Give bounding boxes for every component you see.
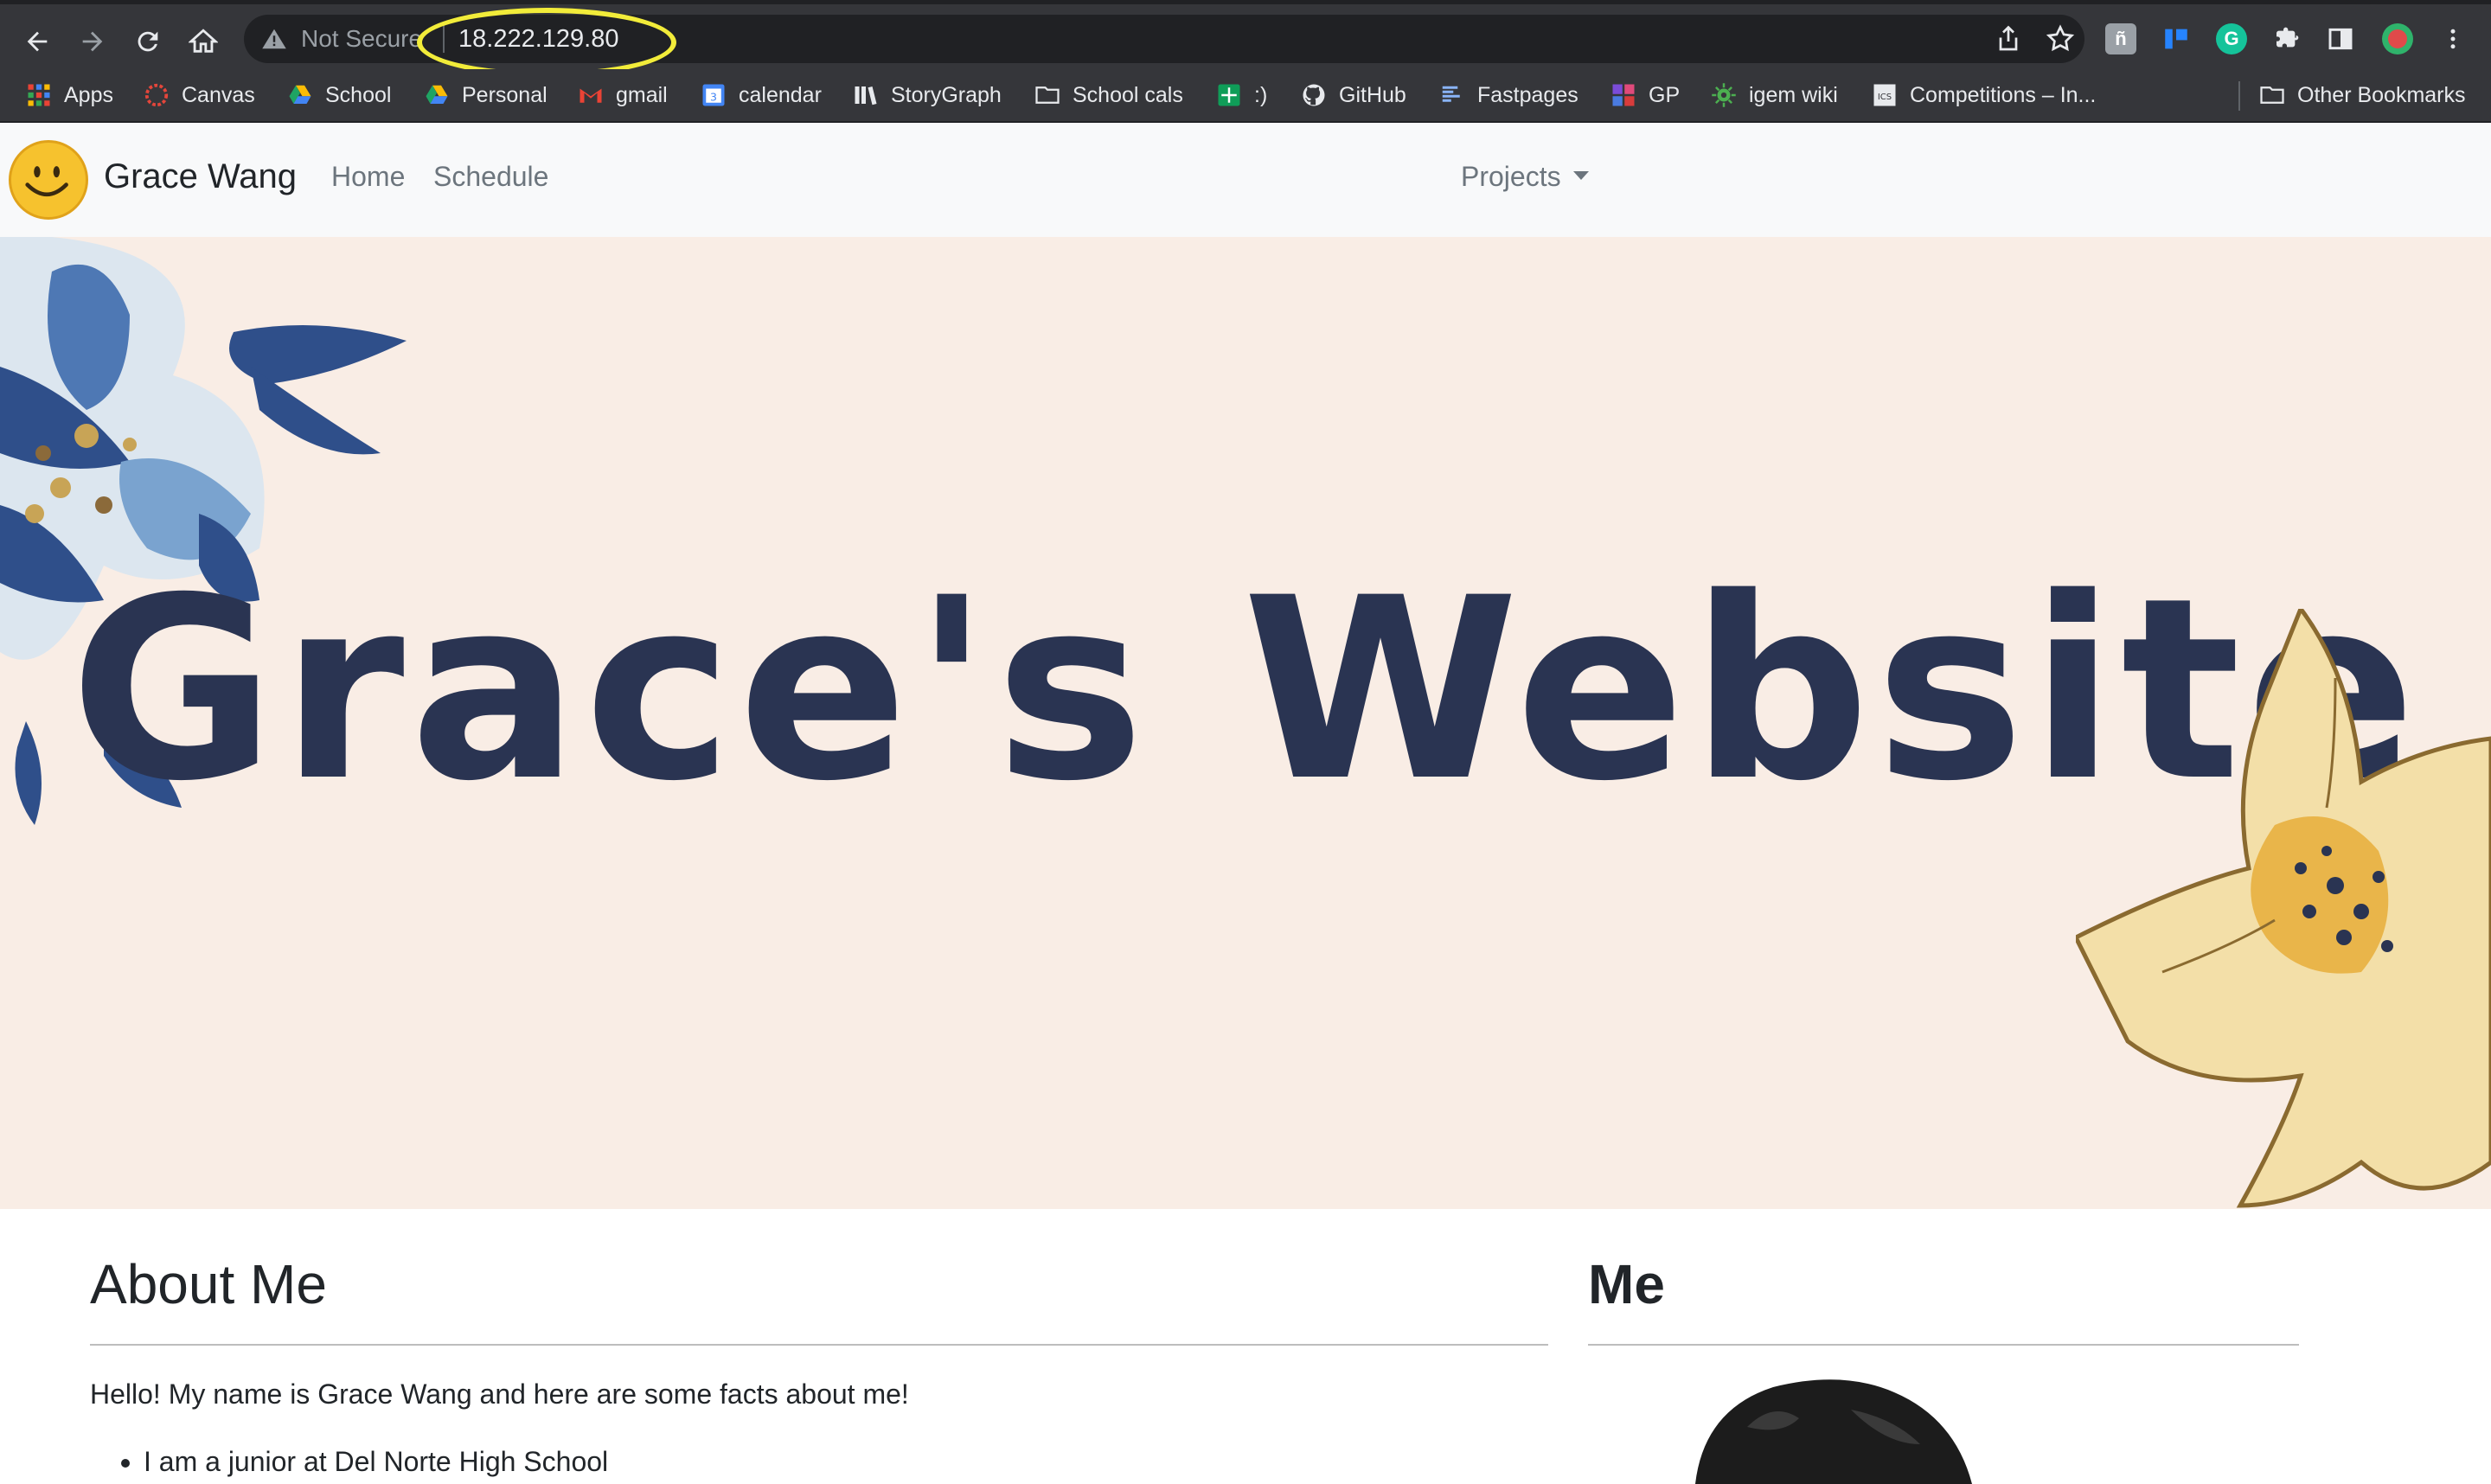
list-item: I am a junior at Del Norte High School [144, 1446, 608, 1478]
nav-projects-dropdown[interactable]: Projects [1461, 161, 1589, 193]
bookmarks-divider [2238, 81, 2240, 111]
hero-banner: Grace's Website [0, 237, 2491, 1209]
calendar-icon: 3 [702, 84, 725, 106]
sheets-icon [1218, 84, 1240, 106]
canvas-icon [144, 83, 169, 107]
folder-icon [1035, 86, 1060, 104]
storygraph-icon [855, 86, 877, 106]
about-intro: Hello! My name is Grace Wang and here ar… [90, 1378, 909, 1410]
bookmark-apps[interactable]: Apps [26, 78, 113, 112]
bookmark-label: Personal [462, 82, 548, 107]
bookmark-label: Fastpages [1477, 82, 1578, 107]
smiley-logo-icon[interactable] [9, 140, 88, 220]
browser-toolbar: Not Secure 18.222.129.80 ñ G [0, 0, 2491, 77]
bookmark-school-cals[interactable]: School cals [1034, 78, 1183, 112]
forward-button[interactable] [73, 22, 112, 61]
extensions-puzzle-icon[interactable] [2271, 23, 2302, 54]
bookmark-label: Apps [64, 82, 113, 107]
nav-schedule[interactable]: Schedule [433, 161, 548, 193]
star-icon[interactable] [2045, 23, 2076, 54]
share-icon[interactable] [1993, 23, 2024, 54]
apps-grid-icon [28, 84, 50, 106]
reload-button[interactable] [128, 22, 168, 61]
bookmark-other[interactable]: Other Bookmarks [2259, 78, 2466, 112]
bookmark-gmail[interactable]: gmail [578, 78, 668, 112]
gear-icon [1712, 83, 1736, 107]
back-arrow-icon [27, 31, 48, 52]
bookmark-calendar[interactable]: 3 calendar [701, 78, 822, 112]
back-button[interactable] [17, 22, 57, 61]
bookmark-smiley[interactable]: :) [1216, 78, 1267, 112]
nav-home[interactable]: Home [331, 161, 405, 193]
bookmark-label: School cals [1073, 82, 1183, 107]
bookmark-competitions[interactable]: ICS Competitions – In... [1872, 78, 2096, 112]
ics-icon: ICS [1873, 84, 1896, 106]
bookmark-storygraph[interactable]: StoryGraph [853, 78, 1002, 112]
security-label[interactable]: Not Secure [301, 25, 422, 53]
bookmark-label: gmail [616, 82, 668, 107]
extension-trello-icon[interactable] [2161, 23, 2192, 54]
side-panel-icon[interactable] [2325, 23, 2356, 54]
bookmark-personal[interactable]: Personal [424, 78, 548, 112]
home-icon [189, 29, 218, 53]
url-highlight-circle [417, 8, 676, 77]
svg-text:3: 3 [710, 90, 717, 103]
extension-icon-1[interactable]: ñ [2105, 23, 2136, 54]
yellow-flower-illustration [2076, 609, 2491, 1208]
home-button[interactable] [183, 22, 223, 61]
github-icon [1303, 84, 1325, 106]
bookmark-label: GitHub [1339, 82, 1406, 107]
fastpages-icon [1442, 86, 1460, 102]
bookmark-gp[interactable]: GP [1611, 78, 1680, 112]
bookmark-label: Canvas [182, 82, 255, 107]
folder-icon [2260, 86, 2284, 104]
me-heading: Me [1588, 1253, 1665, 1315]
bookmark-label: calendar [739, 82, 822, 107]
about-divider [90, 1344, 1548, 1346]
reload-icon [138, 31, 158, 52]
bookmark-label: Competitions – In... [1910, 82, 2097, 107]
profile-photo [1695, 1375, 1989, 1484]
caret-down-icon [1572, 170, 1589, 180]
bookmark-label: igem wiki [1749, 82, 1838, 107]
bookmark-label: StoryGraph [891, 82, 1002, 107]
google-drive-icon [289, 85, 311, 104]
gmail-icon [580, 88, 602, 103]
bookmark-label: Other Bookmarks [2297, 82, 2466, 107]
bookmark-fastpages[interactable]: Fastpages [1439, 78, 1578, 112]
gp-icon [1612, 84, 1635, 106]
svg-text:ICS: ICS [1878, 93, 1892, 102]
facts-list: I am a junior at Del Norte High School [144, 1446, 608, 1478]
grammarly-icon[interactable]: G [2216, 23, 2247, 54]
menu-kebab-icon[interactable] [2437, 23, 2469, 54]
google-drive-icon [426, 85, 448, 104]
me-divider [1588, 1344, 2299, 1346]
site-navbar: Grace Wang Home Schedule Projects [0, 123, 2491, 237]
forward-arrow-icon [82, 31, 103, 52]
bookmark-label: School [325, 82, 392, 107]
bookmarks-bar: Apps Canvas School Personal gmail 3 cale… [0, 69, 2491, 123]
site-brand[interactable]: Grace Wang [104, 157, 297, 196]
bookmark-label: :) [1254, 82, 1268, 107]
bookmark-school[interactable]: School [287, 78, 391, 112]
bookmark-label: GP [1649, 82, 1681, 107]
bookmark-github[interactable]: GitHub [1301, 78, 1406, 112]
bookmark-canvas[interactable]: Canvas [144, 78, 255, 112]
about-me-heading: About Me [90, 1253, 327, 1315]
bookmark-igem-wiki[interactable]: igem wiki [1711, 78, 1838, 112]
warning-icon [262, 29, 286, 49]
nav-projects-label: Projects [1461, 161, 1561, 192]
profile-avatar-icon[interactable] [2382, 23, 2413, 54]
